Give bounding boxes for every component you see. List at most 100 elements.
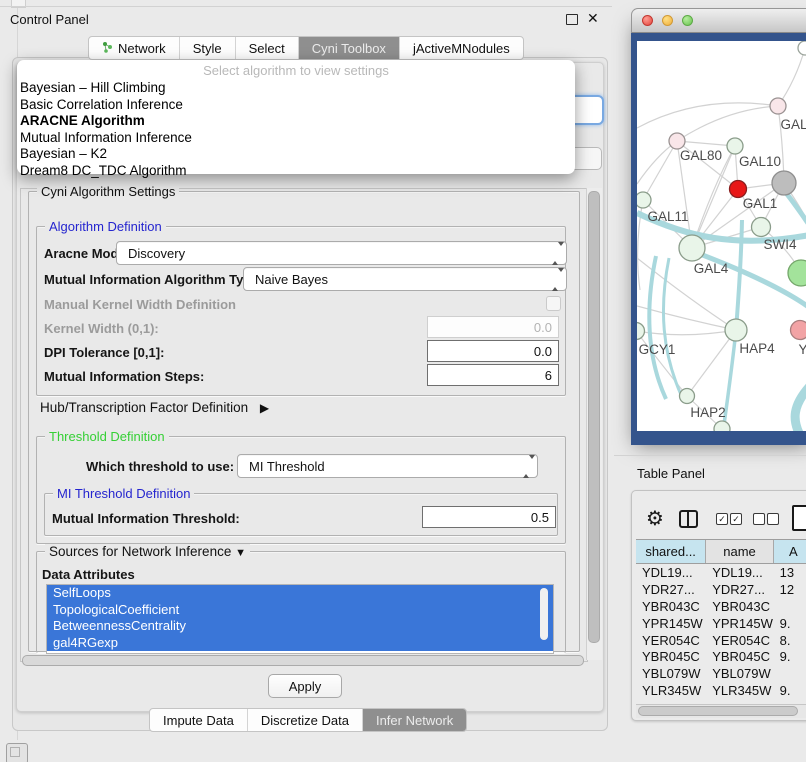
network-node[interactable] bbox=[770, 98, 786, 114]
network-window-titlebar[interactable] bbox=[631, 8, 806, 33]
network-node[interactable] bbox=[725, 319, 747, 341]
table-cell[interactable]: YBR043C bbox=[706, 599, 773, 614]
deselect-all-columns-icon[interactable] bbox=[753, 513, 765, 525]
network-node[interactable] bbox=[679, 235, 705, 261]
table-cell[interactable]: YBR043C bbox=[636, 599, 706, 614]
attributes-list-scrollbar-thumb[interactable] bbox=[540, 588, 548, 640]
network-edge[interactable] bbox=[778, 48, 805, 106]
table-cell[interactable]: YBL079W bbox=[636, 666, 706, 681]
tab-select[interactable]: Select bbox=[235, 37, 298, 59]
which-threshold-combobox[interactable]: MI Threshold bbox=[237, 454, 538, 478]
table-row[interactable]: YBR043CYBR043C bbox=[636, 598, 806, 615]
network-node[interactable] bbox=[680, 389, 695, 404]
table-cell[interactable]: YLR345W bbox=[706, 683, 773, 698]
close-window-icon[interactable] bbox=[642, 15, 653, 26]
network-graph[interactable]: GALGAL80GAL10GAL11GAL1SWI4GAL4GCY1HAP4YH… bbox=[637, 41, 806, 431]
table-row[interactable]: YDL19...YDL19...13 bbox=[636, 564, 806, 581]
algorithm-option[interactable]: Dream8 DC_TDC Algorithm bbox=[17, 163, 575, 180]
table-cell[interactable]: YDL19... bbox=[636, 565, 706, 580]
network-node[interactable] bbox=[798, 41, 806, 55]
tab-jactivemnodules[interactable]: jActiveMNodules bbox=[399, 37, 523, 59]
network-edge[interactable] bbox=[795, 386, 806, 431]
close-panel-icon[interactable]: ✕ bbox=[587, 10, 599, 27]
sources-group-title[interactable]: Sources for Network Inference ▼ bbox=[45, 544, 250, 559]
table-row[interactable]: YPR145WYPR145W9. bbox=[636, 615, 806, 632]
algorithm-option[interactable]: Basic Correlation Inference bbox=[17, 97, 575, 114]
export-table-icon[interactable] bbox=[792, 505, 806, 531]
mi-type-combobox[interactable]: Naive Bayes bbox=[243, 267, 567, 291]
network-edge[interactable] bbox=[637, 141, 677, 184]
dpi-tolerance-field[interactable]: 0.0 bbox=[427, 340, 559, 362]
tab-style[interactable]: Style bbox=[179, 37, 235, 59]
network-node[interactable] bbox=[714, 421, 730, 431]
table-cell[interactable]: YBR045C bbox=[706, 649, 773, 664]
table-cell[interactable]: 9 bbox=[774, 700, 806, 703]
select-all-columns-icon[interactable]: ✓ bbox=[716, 513, 728, 525]
table-cell[interactable]: YIL052C bbox=[636, 700, 706, 703]
zoom-window-icon[interactable] bbox=[682, 15, 693, 26]
algorithm-option[interactable]: Bayesian – K2 bbox=[17, 146, 575, 163]
network-node[interactable] bbox=[637, 323, 645, 340]
network-node[interactable] bbox=[772, 171, 796, 195]
deselect-all-columns-icon-2[interactable] bbox=[767, 513, 779, 525]
table-row[interactable]: YER054CYER054C8. bbox=[636, 632, 806, 649]
table-row[interactable]: YBR045CYBR045C9. bbox=[636, 648, 806, 665]
mode-tab-discretize-data[interactable]: Discretize Data bbox=[247, 709, 362, 731]
data-attribute-item[interactable]: SelfLoops bbox=[47, 585, 553, 602]
minimize-window-icon[interactable] bbox=[662, 15, 673, 26]
mi-threshold-field[interactable]: 0.5 bbox=[422, 506, 556, 528]
tab-cyni-toolbox[interactable]: Cyni Toolbox bbox=[298, 37, 399, 59]
gear-icon[interactable]: ⚙ bbox=[646, 506, 664, 531]
network-node[interactable] bbox=[788, 260, 806, 286]
settings-vertical-scrollbar-thumb[interactable] bbox=[588, 191, 600, 643]
table-row[interactable]: YDR27...YDR27...12 bbox=[636, 581, 806, 598]
table-row[interactable]: YIL052CYIL052C9 bbox=[636, 699, 806, 703]
table-row[interactable]: YLR345WYLR345W9. bbox=[636, 682, 806, 699]
hub-definition-expander[interactable]: Hub/Transcription Factor Definition ▶ bbox=[40, 400, 269, 415]
network-edge[interactable] bbox=[663, 258, 682, 397]
network-node[interactable] bbox=[727, 138, 743, 154]
table-cell[interactable]: YDR27... bbox=[706, 582, 773, 597]
table-cell[interactable]: YBR045C bbox=[636, 649, 706, 664]
network-node[interactable] bbox=[791, 321, 806, 340]
mi-steps-field[interactable]: 6 bbox=[427, 364, 559, 386]
mode-tab-impute-data[interactable]: Impute Data bbox=[150, 709, 247, 731]
mode-tab-infer-network[interactable]: Infer Network bbox=[362, 709, 466, 731]
table-cell[interactable]: YER054C bbox=[706, 633, 773, 648]
settings-horizontal-scrollbar-thumb[interactable] bbox=[22, 655, 584, 666]
network-edge[interactable] bbox=[677, 106, 778, 141]
data-attribute-item[interactable]: BetweennessCentrality bbox=[47, 618, 553, 635]
network-node[interactable] bbox=[669, 133, 685, 149]
restore-panel-icon[interactable] bbox=[6, 743, 28, 762]
table-cell[interactable]: YER054C bbox=[636, 633, 706, 648]
table-row[interactable]: YBL079WYBL079W bbox=[636, 665, 806, 682]
table-cell[interactable]: 8. bbox=[774, 633, 806, 648]
table-cell[interactable]: YDL19... bbox=[706, 565, 773, 580]
table-hscrollbar-thumb[interactable] bbox=[638, 706, 798, 716]
select-all-columns-icon-2[interactable]: ✓ bbox=[730, 513, 742, 525]
network-node[interactable] bbox=[730, 181, 747, 198]
network-canvas[interactable]: GALGAL80GAL10GAL11GAL1SWI4GAL4GCY1HAP4YH… bbox=[637, 41, 806, 431]
algorithm-option[interactable]: ARACNE Algorithm bbox=[17, 113, 575, 130]
table-cell[interactable]: 12 bbox=[774, 582, 806, 597]
algorithm-option[interactable]: Mutual Information Inference bbox=[17, 130, 575, 147]
table-cell[interactable]: YLR345W bbox=[636, 683, 706, 698]
data-attributes-list[interactable]: SelfLoopsTopologicalCoefficientBetweenne… bbox=[46, 584, 554, 654]
network-node[interactable] bbox=[637, 192, 651, 208]
tab-network[interactable]: Network bbox=[89, 37, 179, 59]
column-header-shared[interactable]: shared... bbox=[636, 540, 706, 563]
data-attribute-item[interactable]: gal4RGexp bbox=[47, 635, 553, 652]
network-edge[interactable] bbox=[677, 141, 735, 146]
column-header-name[interactable]: name bbox=[706, 540, 774, 563]
network-edge[interactable] bbox=[692, 251, 806, 308]
table-cell[interactable]: YBL079W bbox=[706, 666, 773, 681]
table-cell[interactable]: YDR27... bbox=[636, 582, 706, 597]
table-cell[interactable]: 9. bbox=[774, 616, 806, 631]
column-header-A[interactable]: A bbox=[774, 540, 806, 563]
table-cell[interactable]: YIL052C bbox=[706, 700, 773, 703]
network-edge[interactable] bbox=[637, 306, 736, 330]
table-cell[interactable]: YPR145W bbox=[636, 616, 706, 631]
table-cell[interactable]: 9. bbox=[774, 683, 806, 698]
network-edge[interactable] bbox=[643, 141, 677, 200]
algorithm-option[interactable]: Bayesian – Hill Climbing bbox=[17, 80, 575, 97]
